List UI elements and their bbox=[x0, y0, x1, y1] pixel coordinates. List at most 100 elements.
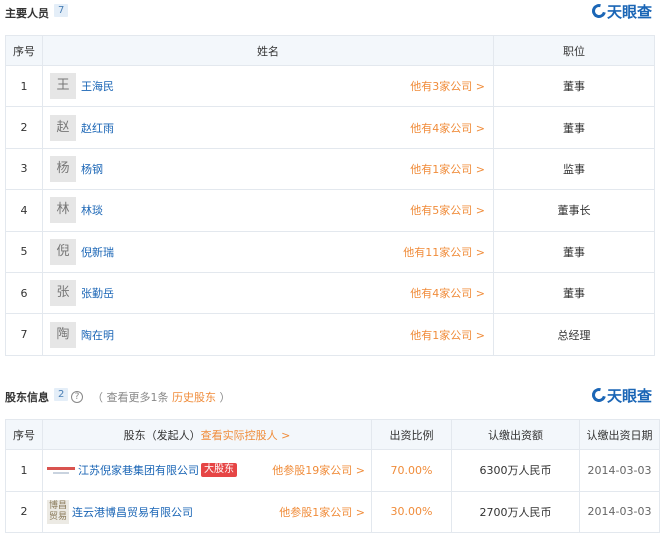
people-section-header: 主要人员 7 天眼查 bbox=[0, 0, 664, 24]
table-row: 1 王王海民 他有3家公司 > 董事 bbox=[5, 64, 655, 108]
shareholder-section-header: 股东信息 2 ? （ 查看更多1条 历史股东 ） 天眼查 bbox=[0, 384, 664, 408]
table-row: 7 陶陶在明 他有1家公司 > 总经理 bbox=[5, 313, 655, 356]
person-name-link[interactable]: 张勤岳 bbox=[81, 287, 114, 300]
people-count-badge: 7 bbox=[54, 4, 69, 17]
row-index: 6 bbox=[5, 271, 43, 315]
avatar[interactable]: 王 bbox=[50, 73, 76, 100]
col-index: 序号 bbox=[5, 35, 43, 66]
row-index: 1 bbox=[5, 449, 43, 492]
more-suffix: ） bbox=[219, 391, 231, 404]
person-companies-link[interactable]: 他有3家公司 > bbox=[410, 78, 485, 94]
person-companies-link[interactable]: 他有1家公司 > bbox=[410, 161, 485, 177]
major-shareholder-tag: 大股东 bbox=[201, 463, 237, 478]
person-cell: 王王海民 他有3家公司 > bbox=[42, 64, 494, 108]
person-position: 董事 bbox=[493, 106, 655, 149]
person-position: 董事 bbox=[493, 271, 655, 315]
company-logo-bar bbox=[47, 467, 75, 471]
help-icon-glyph: ? bbox=[71, 391, 83, 403]
person-companies-link[interactable]: 他有4家公司 > bbox=[410, 120, 485, 136]
col-date: 认缴出资日期 bbox=[579, 419, 660, 450]
subscribed-amount: 6300万人民币 bbox=[451, 449, 580, 492]
table-row: 5 倪倪新瑞 他有11家公司 > 董事 bbox=[5, 230, 655, 273]
person-position: 总经理 bbox=[493, 313, 655, 356]
brand-logo: 天眼查 bbox=[589, 385, 652, 406]
table-row: 1 江苏倪家巷集团有限公司 大股东 他参股19家公司 > 70.00% 6300万… bbox=[5, 449, 660, 492]
row-index: 3 bbox=[5, 147, 43, 191]
person-position: 董事长 bbox=[493, 189, 655, 232]
shareholder-cell: 博昌贸易 连云港博昌贸易有限公司 他参股1家公司 > bbox=[42, 490, 372, 533]
shareholder-companies-link[interactable]: 他参股1家公司 > bbox=[279, 504, 365, 520]
table-row: 2 赵赵红雨 他有4家公司 > 董事 bbox=[5, 106, 655, 149]
brand-logo-text: 天眼查 bbox=[606, 3, 652, 21]
company-logo[interactable] bbox=[47, 460, 75, 481]
share-ratio: 70.00% bbox=[371, 449, 452, 492]
company-logo-bar bbox=[53, 472, 69, 475]
history-shareholders-link[interactable]: 历史股东 bbox=[172, 391, 216, 404]
shareholder-table: 序号 股东（发起人）查看实际控股人 > 出资比例 认缴出资额 认缴出资日期 1 … bbox=[5, 419, 660, 533]
person-companies-link[interactable]: 他有11家公司 > bbox=[403, 244, 485, 260]
subscribed-date: 2014-03-03 bbox=[579, 490, 660, 533]
person-position: 董事 bbox=[493, 230, 655, 273]
table-row: 3 杨杨钢 他有1家公司 > 监事 bbox=[5, 147, 655, 191]
table-row: 6 张张勤岳 他有4家公司 > 董事 bbox=[5, 271, 655, 315]
person-name-link[interactable]: 王海民 bbox=[81, 80, 114, 93]
avatar[interactable]: 杨 bbox=[50, 155, 76, 182]
help-icon[interactable]: ? bbox=[71, 389, 83, 403]
person-cell: 杨杨钢 他有1家公司 > bbox=[42, 147, 494, 191]
row-index: 2 bbox=[5, 490, 43, 533]
brand-logo-text: 天眼查 bbox=[606, 387, 652, 405]
shareholder-cell: 江苏倪家巷集团有限公司 大股东 他参股19家公司 > bbox=[42, 449, 372, 492]
row-index: 7 bbox=[5, 313, 43, 356]
row-index: 4 bbox=[5, 189, 43, 232]
people-section-title: 主要人员 bbox=[5, 7, 49, 20]
person-cell: 陶陶在明 他有1家公司 > bbox=[42, 313, 494, 356]
people-table-header: 序号 姓名 职位 bbox=[5, 35, 655, 66]
brand-logo-icon bbox=[589, 385, 609, 405]
subscribed-date: 2014-03-03 bbox=[579, 449, 660, 492]
col-amount: 认缴出资额 bbox=[451, 419, 580, 450]
table-row: 4 林林琰 他有5家公司 > 董事长 bbox=[5, 189, 655, 232]
avatar[interactable]: 林 bbox=[50, 197, 76, 224]
share-ratio: 30.00% bbox=[371, 490, 452, 533]
shareholder-name-link[interactable]: 江苏倪家巷集团有限公司 bbox=[78, 464, 199, 477]
person-cell: 赵赵红雨 他有4家公司 > bbox=[42, 106, 494, 149]
avatar[interactable]: 赵 bbox=[50, 114, 76, 141]
person-name-link[interactable]: 林琰 bbox=[81, 204, 103, 217]
company-logo[interactable]: 博昌贸易 bbox=[47, 499, 69, 524]
avatar[interactable]: 张 bbox=[50, 280, 76, 307]
person-companies-link[interactable]: 他有5家公司 > bbox=[410, 202, 485, 218]
shareholder-name-link[interactable]: 连云港博昌贸易有限公司 bbox=[72, 506, 193, 519]
actual-controller-link[interactable]: 查看实际控股人 > bbox=[201, 429, 291, 442]
person-name-link[interactable]: 倪新瑞 bbox=[81, 246, 114, 259]
person-position: 监事 bbox=[493, 147, 655, 191]
person-name-link[interactable]: 赵红雨 bbox=[81, 122, 114, 135]
person-cell: 林林琰 他有5家公司 > bbox=[42, 189, 494, 232]
person-companies-link[interactable]: 他有4家公司 > bbox=[410, 285, 485, 301]
person-companies-link[interactable]: 他有1家公司 > bbox=[410, 327, 485, 343]
avatar[interactable]: 倪 bbox=[50, 238, 76, 265]
col-name: 姓名 bbox=[42, 35, 494, 66]
row-index: 2 bbox=[5, 106, 43, 149]
col-shareholder: 股东（发起人）查看实际控股人 > bbox=[42, 419, 372, 450]
subscribed-amount: 2700万人民币 bbox=[451, 490, 580, 533]
col-index: 序号 bbox=[5, 419, 43, 450]
avatar[interactable]: 陶 bbox=[50, 321, 76, 348]
row-index: 5 bbox=[5, 230, 43, 273]
shareholder-table-header: 序号 股东（发起人）查看实际控股人 > 出资比例 认缴出资额 认缴出资日期 bbox=[5, 419, 660, 450]
brand-logo-icon bbox=[589, 1, 609, 21]
person-name-link[interactable]: 陶在明 bbox=[81, 329, 114, 342]
table-row: 2 博昌贸易 连云港博昌贸易有限公司 他参股1家公司 > 30.00% 2700万… bbox=[5, 490, 660, 533]
people-table: 序号 姓名 职位 1 王王海民 他有3家公司 > 董事 2 赵赵红雨 他有4家公… bbox=[5, 35, 655, 356]
col-ratio: 出资比例 bbox=[371, 419, 452, 450]
col-position: 职位 bbox=[493, 35, 655, 66]
more-prefix: （ 查看更多1条 bbox=[92, 391, 169, 404]
person-name-link[interactable]: 杨钢 bbox=[81, 163, 103, 176]
row-index: 1 bbox=[5, 64, 43, 108]
col-shareholder-label: 股东（发起人） bbox=[123, 428, 201, 442]
person-position: 董事 bbox=[493, 64, 655, 108]
person-cell: 张张勤岳 他有4家公司 > bbox=[42, 271, 494, 315]
shareholder-count-badge: 2 bbox=[54, 388, 69, 401]
more-history: （ 查看更多1条 历史股东 ） bbox=[92, 389, 231, 405]
shareholder-companies-link[interactable]: 他参股19家公司 > bbox=[272, 462, 365, 478]
brand-logo: 天眼查 bbox=[589, 1, 652, 22]
